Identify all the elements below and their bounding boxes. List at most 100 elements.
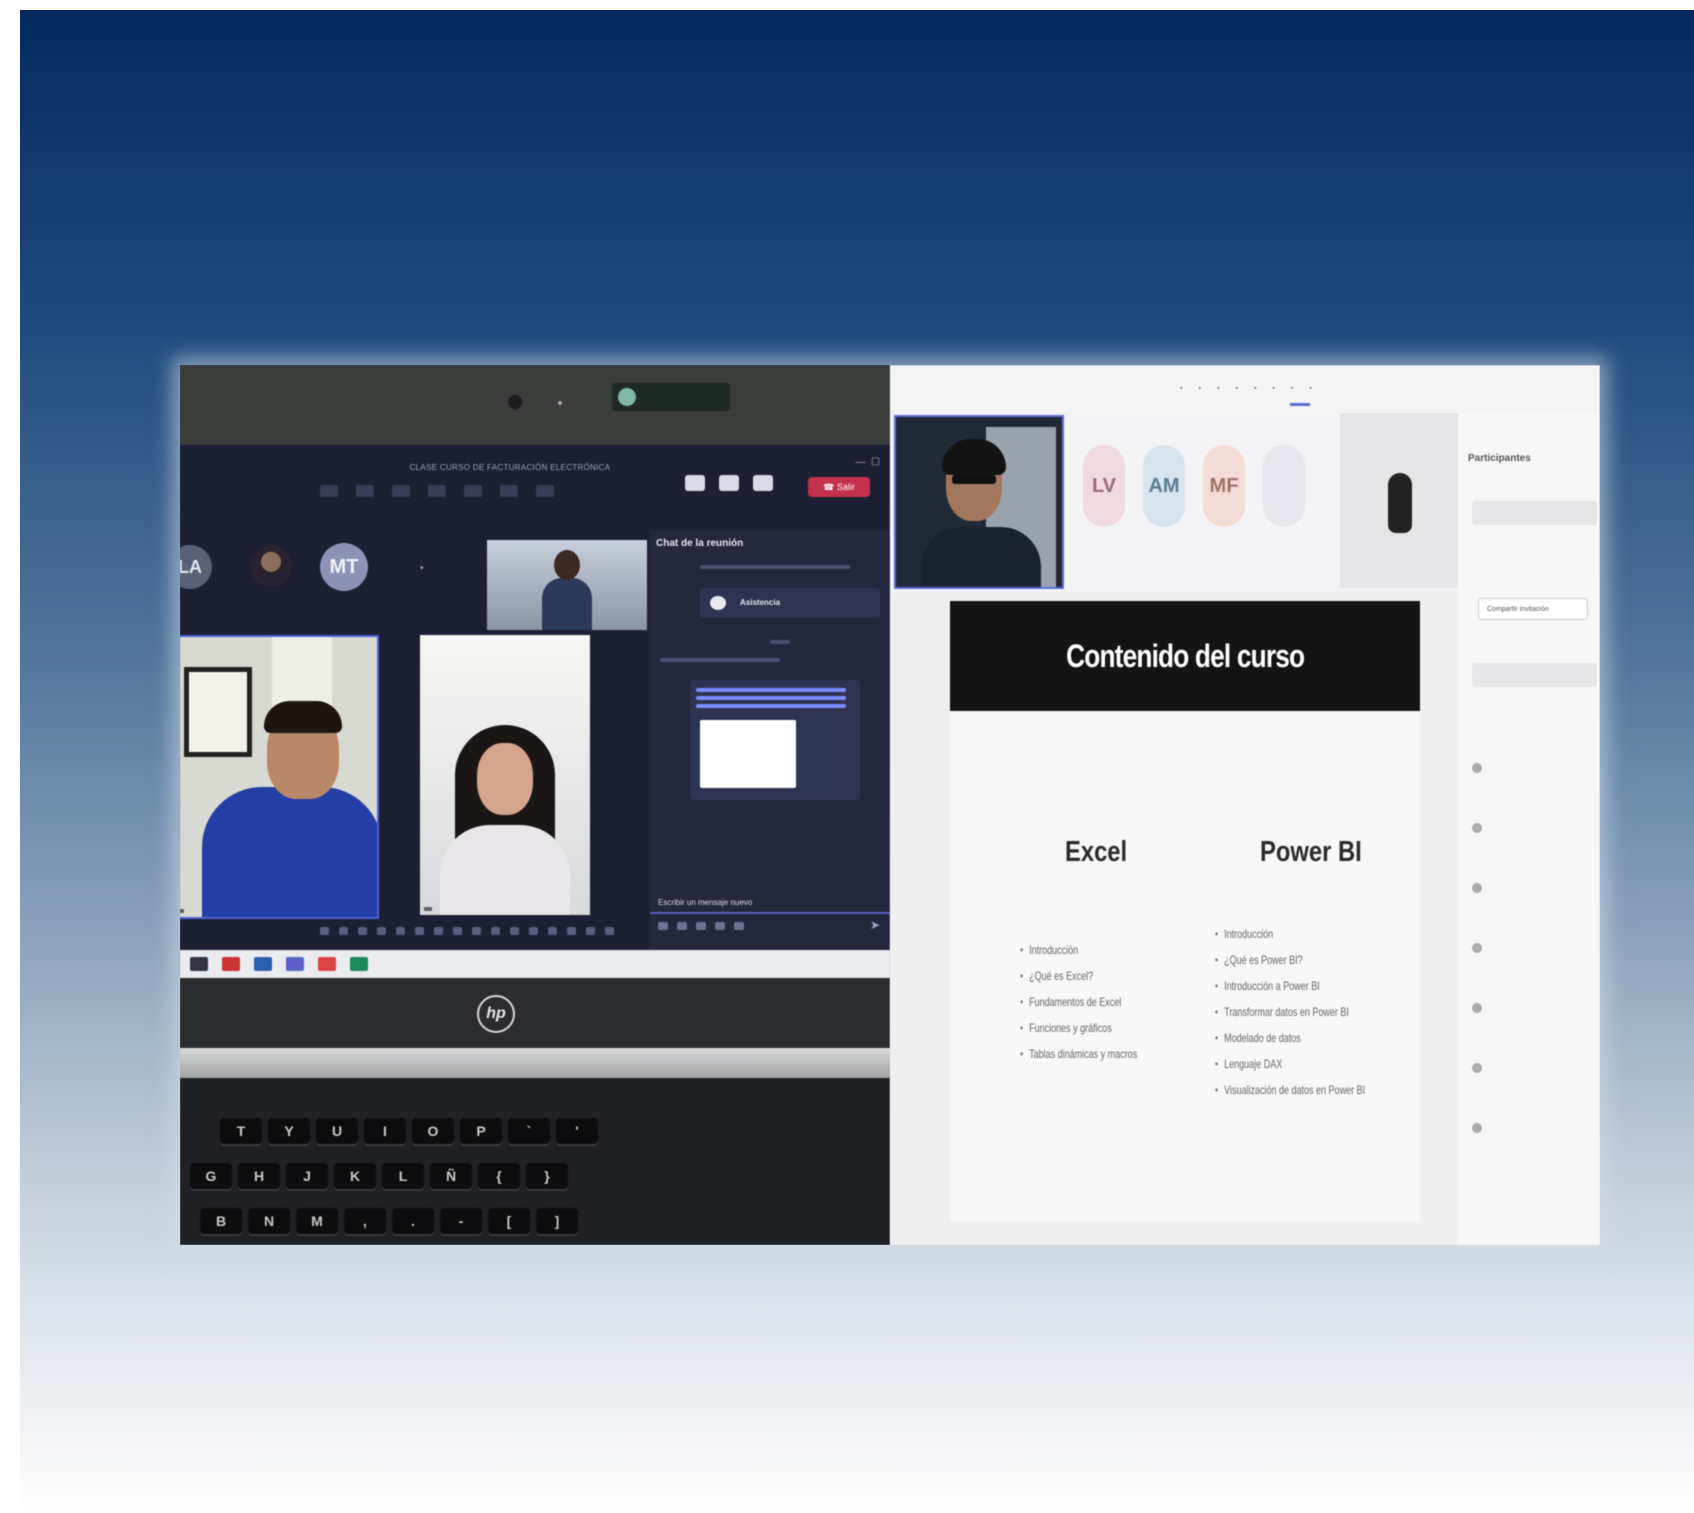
topic-item: ¿Qué es Power BI? xyxy=(1215,947,1365,973)
participant-row[interactable] xyxy=(1472,1003,1490,1017)
keyboard-key[interactable]: O xyxy=(412,1118,454,1144)
start-icon[interactable] xyxy=(190,957,208,971)
keyboard-key[interactable]: B xyxy=(200,1208,242,1234)
participant-avatar[interactable]: MF xyxy=(1203,445,1245,527)
participant-row[interactable] xyxy=(1472,823,1490,837)
presentation-photo: ▪ ▪ ▪ ▪ ▪ ▪ ▪ ▪ LV AM MF Participantes Comparti… xyxy=(890,365,1600,1245)
participant-avatar[interactable]: AM xyxy=(1143,445,1185,527)
hp-logo: hp xyxy=(477,995,515,1033)
key-row: G H J K L Ñ{} xyxy=(190,1163,568,1189)
chat-card[interactable]: Asistencia xyxy=(700,588,880,618)
keyboard-key[interactable]: G xyxy=(190,1163,232,1189)
toolbar-icon[interactable] xyxy=(320,485,338,497)
send-icon[interactable]: ➤ xyxy=(870,918,880,932)
toolbar-icon[interactable] xyxy=(464,485,482,497)
topic-item: Visualización de datos en Power BI xyxy=(1215,1077,1365,1103)
keyboard-key[interactable]: T xyxy=(220,1118,262,1144)
course-slide: Contenido del curso Excel Power BI Intro… xyxy=(950,601,1420,1221)
participant-video[interactable] xyxy=(487,540,647,630)
topic-item: Introducción xyxy=(1215,921,1365,947)
keyboard-key[interactable]: U xyxy=(316,1118,358,1144)
participant-avatar-photo[interactable] xyxy=(250,545,292,587)
leave-label: Salir xyxy=(836,482,855,492)
meeting-subbar xyxy=(320,927,614,935)
participant-avatar-placeholder[interactable] xyxy=(1263,445,1305,527)
participant-video-active[interactable] xyxy=(180,635,379,919)
keyboard-key[interactable]: , xyxy=(344,1208,386,1234)
emoji-icon[interactable] xyxy=(696,922,706,930)
webcam-led xyxy=(558,401,562,405)
share-invite-button[interactable]: Compartir invitación xyxy=(1478,598,1588,620)
self-video[interactable] xyxy=(894,415,1064,589)
participant-row[interactable] xyxy=(1472,663,1597,687)
column-heading-powerbi: Power BI xyxy=(1260,836,1362,868)
keyboard-key[interactable]: [ xyxy=(488,1208,530,1234)
taskbar-app-icon[interactable] xyxy=(254,957,272,971)
keyboard-key[interactable]: Y xyxy=(268,1118,310,1144)
participant-video[interactable] xyxy=(420,635,590,915)
participant-avatar[interactable]: MT xyxy=(320,543,368,591)
participant-row[interactable] xyxy=(1472,1123,1490,1137)
topic-item: Modelado de datos xyxy=(1215,1025,1365,1051)
powerbi-topics-list: Introducción¿Qué es Power BI?Introducció… xyxy=(1215,921,1415,1103)
participant-tile[interactable] xyxy=(1340,413,1458,588)
invite-search-input[interactable] xyxy=(1472,501,1597,525)
topic-item: Lenguaje DAX xyxy=(1215,1051,1365,1077)
toolbar-icon[interactable] xyxy=(356,485,374,497)
keyboard-key[interactable]: J xyxy=(286,1163,328,1189)
window-controls[interactable]: — ☐ xyxy=(855,457,880,468)
keyboard-key[interactable]: H xyxy=(238,1163,280,1189)
gif-icon[interactable] xyxy=(715,922,725,930)
topic-item: Introducción a Power BI xyxy=(1215,973,1365,999)
taskbar-app-icon[interactable] xyxy=(286,957,304,971)
participants-title: Participantes xyxy=(1468,453,1531,464)
participant-row[interactable] xyxy=(1472,763,1490,777)
toolbar-icon[interactable] xyxy=(500,485,518,497)
keyboard-key[interactable]: Ñ xyxy=(430,1163,472,1189)
keyboard: T Y U I O P ` ' G H J K L Ñ{} B N M,. -[] xyxy=(180,1078,890,1245)
chat-compose-input[interactable]: Escribir un mensaje nuevo xyxy=(650,892,890,914)
camera-icon[interactable] xyxy=(685,475,705,491)
keyboard-key[interactable]: L xyxy=(382,1163,424,1189)
form-icon xyxy=(710,596,726,610)
taskbar-app-icon[interactable] xyxy=(350,957,368,971)
keyboard-key[interactable]: ] xyxy=(536,1208,578,1234)
taskbar-app-icon[interactable] xyxy=(222,957,240,971)
taskbar-app-icon[interactable] xyxy=(318,957,336,971)
attach-icon[interactable] xyxy=(677,922,687,930)
keyboard-key[interactable]: I xyxy=(364,1118,406,1144)
active-tab-indicator xyxy=(1290,403,1310,406)
keyboard-key[interactable]: P xyxy=(460,1118,502,1144)
keyboard-key[interactable]: . xyxy=(392,1208,434,1234)
participant-row[interactable] xyxy=(1472,943,1490,957)
sticker-icon[interactable] xyxy=(734,922,744,930)
keyboard-key[interactable]: } xyxy=(526,1163,568,1189)
chat-link-preview[interactable] xyxy=(690,680,860,800)
meeting-title: CLASE CURSO DE FACTURACIÓN ELECTRÓNICA xyxy=(409,463,611,472)
keyboard-key[interactable]: ' xyxy=(556,1118,598,1144)
keyboard-key[interactable]: { xyxy=(478,1163,520,1189)
keyboard-key[interactable]: ` xyxy=(508,1118,550,1144)
slide-header: Contenido del curso xyxy=(950,601,1420,711)
phone-icon: ☎ xyxy=(823,481,837,492)
toolbar-icon[interactable] xyxy=(392,485,410,497)
participant-avatar[interactable]: LA xyxy=(180,545,212,589)
leave-button[interactable]: ☎ Salir xyxy=(808,477,870,497)
mic-icon[interactable] xyxy=(719,475,739,491)
format-icon[interactable] xyxy=(658,922,668,930)
keyboard-key[interactable]: N xyxy=(248,1208,290,1234)
keyboard-key[interactable]: K xyxy=(334,1163,376,1189)
teams-meeting-window: CLASE CURSO DE FACTURACIÓN ELECTRÓNICA —… xyxy=(180,445,890,950)
more-icon[interactable]: • xyxy=(420,563,424,574)
chat-title: Chat de la reunión xyxy=(656,538,744,549)
participant-avatar[interactable]: LV xyxy=(1083,445,1125,527)
video-name-tag xyxy=(424,907,432,911)
participant-row[interactable] xyxy=(1472,1063,1490,1077)
toolbar-icon[interactable] xyxy=(428,485,446,497)
keyboard-key[interactable]: M xyxy=(296,1208,338,1234)
bezel-sticker xyxy=(612,383,730,411)
participant-row[interactable] xyxy=(1472,883,1490,897)
share-screen-icon[interactable] xyxy=(753,475,773,491)
keyboard-key[interactable]: - xyxy=(440,1208,482,1234)
toolbar-icon[interactable] xyxy=(536,485,554,497)
